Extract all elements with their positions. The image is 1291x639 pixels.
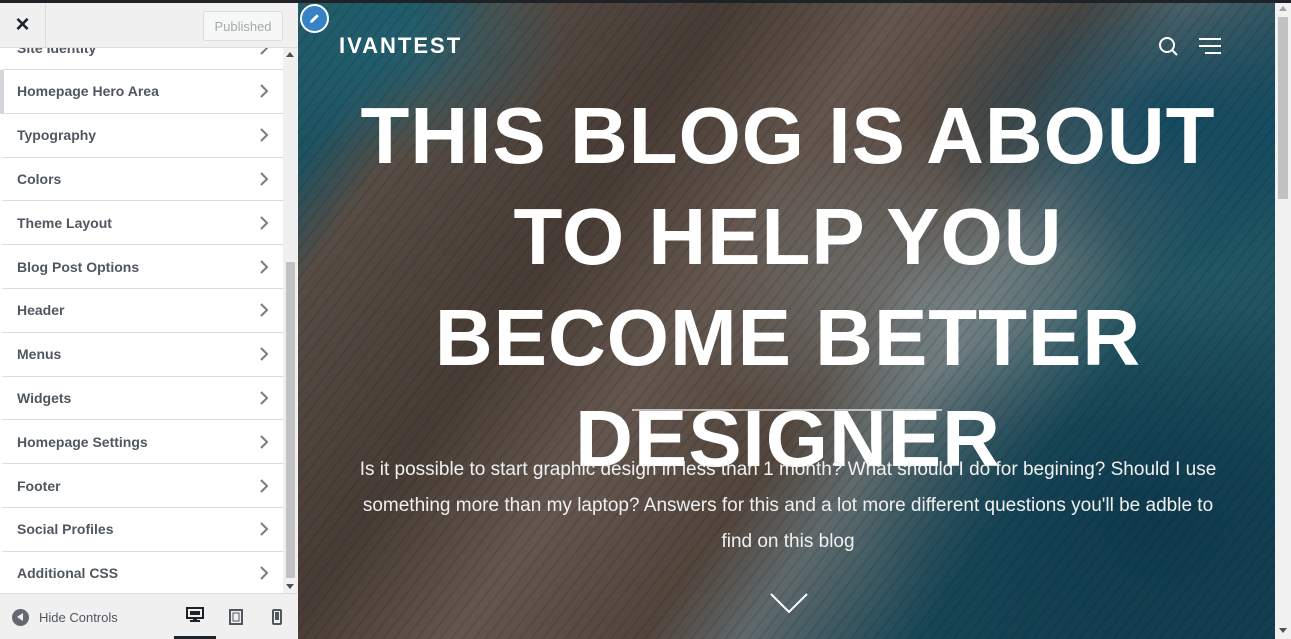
chevron-right-icon <box>260 435 269 449</box>
section-footer[interactable]: Footer <box>0 464 283 508</box>
section-social-profiles[interactable]: Social Profiles <box>0 507 283 552</box>
preview-tablet-button[interactable] <box>215 594 257 639</box>
customizer-sections-list: Site Identity Homepage Hero Area Typograph… <box>0 48 283 593</box>
edit-shortcut-button[interactable] <box>300 4 329 33</box>
hero-description: Is it possible to start graphic design i… <box>359 459 1217 552</box>
section-label: Header <box>17 302 65 319</box>
section-label: Site Identity <box>17 48 96 56</box>
preview-scroll-up-icon[interactable] <box>1279 6 1287 11</box>
section-label: Footer <box>17 477 61 494</box>
hamburger-menu-icon[interactable] <box>1199 37 1221 60</box>
scroll-up-arrow-icon[interactable] <box>286 52 294 57</box>
preview-desktop-button[interactable] <box>174 594 216 639</box>
customizer-footer: Hide Controls <box>0 593 298 639</box>
scroll-down-arrow-icon[interactable] <box>286 584 294 589</box>
preview-scroll-down-icon[interactable] <box>1279 628 1287 633</box>
tablet-icon <box>229 609 243 625</box>
preview-scroll-thumb[interactable] <box>1278 17 1288 199</box>
mobile-icon <box>272 609 282 625</box>
section-typography[interactable]: Typography <box>0 113 283 158</box>
chevron-right-icon <box>260 391 269 405</box>
section-additional-css[interactable]: Additional CSS <box>0 551 283 593</box>
section-label: Typography <box>17 127 97 144</box>
section-label: Colors <box>17 170 62 187</box>
section-label: Theme Layout <box>17 214 112 231</box>
section-label: Homepage Settings <box>17 433 148 450</box>
hero-title: THIS BLOG IS ABOUT TO HELP YOU BECOME BE… <box>360 91 1216 483</box>
chevron-right-icon <box>260 303 269 318</box>
section-site-identity[interactable]: Site Identity <box>0 48 283 70</box>
section-label: Widgets <box>17 389 72 406</box>
preview-scrollbar[interactable] <box>1275 0 1291 639</box>
publish-button[interactable]: Published <box>203 11 283 41</box>
desktop-icon <box>186 607 204 622</box>
close-customizer-button[interactable]: × <box>0 2 46 48</box>
chevron-right-icon <box>260 84 269 99</box>
sections-scrollbar[interactable] <box>283 48 298 593</box>
section-widgets[interactable]: Widgets <box>0 376 283 421</box>
section-label: Social Profiles <box>17 521 114 538</box>
collapse-arrow-icon <box>12 608 29 626</box>
chevron-right-icon <box>260 522 269 537</box>
chevron-right-icon <box>260 566 269 580</box>
preview-mobile-button[interactable] <box>256 594 298 639</box>
section-homepage-hero-area[interactable]: Homepage Hero Area <box>0 70 283 114</box>
hide-controls-button[interactable]: Hide Controls <box>12 594 118 639</box>
chevron-right-icon <box>260 48 268 55</box>
scroll-down-chevron-icon[interactable] <box>769 592 809 619</box>
chevron-right-icon <box>260 478 269 493</box>
section-label: Additional CSS <box>17 565 119 582</box>
section-header[interactable]: Header <box>0 288 283 333</box>
section-label: Menus <box>17 346 62 363</box>
chevron-right-icon <box>260 172 269 186</box>
chevron-right-icon <box>260 347 269 361</box>
pencil-icon <box>310 14 319 23</box>
search-icon[interactable] <box>1158 36 1180 63</box>
section-label: Homepage Hero Area <box>17 83 159 100</box>
site-preview[interactable]: IVANTEST THIS BLOG IS ABOUT TO HELP YOU … <box>298 0 1291 639</box>
chevron-right-icon <box>260 259 269 274</box>
close-icon: × <box>15 11 30 38</box>
window-top-border <box>0 0 1291 3</box>
chevron-right-icon <box>260 128 269 142</box>
hero-divider <box>632 409 942 411</box>
section-colors[interactable]: Colors <box>0 157 283 202</box>
customizer-header: × Published <box>0 2 298 48</box>
chevron-right-icon <box>260 216 269 230</box>
hide-controls-label: Hide Controls <box>39 609 118 625</box>
site-title[interactable]: IVANTEST <box>339 33 462 59</box>
section-blog-post-options[interactable]: Blog Post Options <box>0 245 283 289</box>
section-label: Blog Post Options <box>17 258 140 275</box>
scroll-thumb[interactable] <box>286 262 295 578</box>
section-menus[interactable]: Menus <box>0 332 283 377</box>
section-theme-layout[interactable]: Theme Layout <box>0 201 283 246</box>
customizer-sidebar: × Published Site Identity Homepage Hero A… <box>0 0 298 639</box>
section-homepage-settings[interactable]: Homepage Settings <box>0 420 283 465</box>
